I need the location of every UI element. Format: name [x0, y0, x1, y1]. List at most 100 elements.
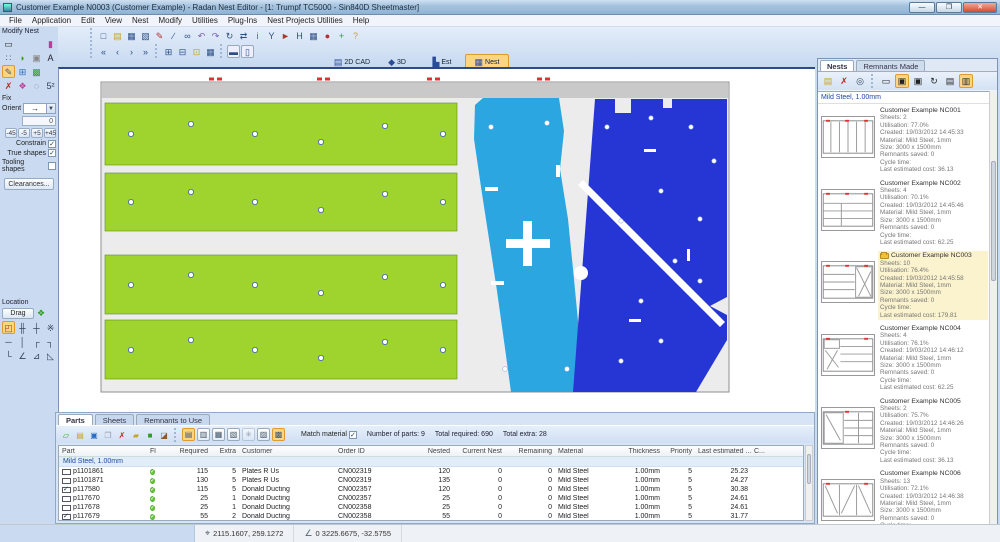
- col-nested[interactable]: Nested: [411, 448, 453, 455]
- nest-canvas[interactable]: [58, 67, 815, 412]
- constrain-checkbox[interactable]: ✓: [48, 140, 56, 148]
- nest-item-nc004[interactable]: Customer Example NC004 Sheets: 4 Utilisa…: [818, 322, 989, 395]
- col-customer[interactable]: Customer: [239, 448, 335, 455]
- draw-icon[interactable]: ✎: [153, 29, 166, 42]
- window-horizontal-icon[interactable]: ▬: [227, 45, 240, 58]
- refresh-icon[interactable]: ↻: [223, 29, 236, 42]
- col-fl[interactable]: Fl: [147, 448, 167, 455]
- edit-part-icon[interactable]: ◪: [158, 429, 170, 441]
- blue-part[interactable]: [573, 99, 727, 392]
- corner-bl-icon[interactable]: └: [2, 349, 15, 362]
- new-icon[interactable]: □: [97, 29, 110, 42]
- snap-part-icon[interactable]: ❖: [37, 308, 45, 319]
- angle-minus45-button[interactable]: -45: [5, 128, 17, 138]
- sheet-grid-icon[interactable]: ▦: [204, 45, 217, 58]
- view-report-icon[interactable]: ▥: [959, 74, 973, 88]
- scrollbar-thumb[interactable]: [991, 161, 996, 281]
- flag-icon[interactable]: ►: [279, 29, 292, 42]
- delete-part-icon[interactable]: ✗: [116, 429, 128, 441]
- view-small-icon[interactable]: ▭: [879, 74, 893, 88]
- nest-item-nc006[interactable]: Customer Example NC006 Sheets: 13 Utilis…: [818, 467, 989, 531]
- grid-icon[interactable]: ▦: [307, 29, 320, 42]
- menu-edit[interactable]: Edit: [76, 16, 100, 25]
- clearances-button[interactable]: Clearances...: [4, 178, 54, 190]
- menu-file[interactable]: File: [4, 16, 27, 25]
- last-sheet-icon[interactable]: »: [139, 45, 152, 58]
- nest-item-nc003-selected[interactable]: Customer Example NC003 Sheets: 10 Utilis…: [818, 249, 989, 322]
- tooling-shapes-checkbox[interactable]: [48, 162, 56, 170]
- undo-icon[interactable]: ↶: [195, 29, 208, 42]
- menu-plugins[interactable]: Plug-Ins: [223, 16, 262, 25]
- route-nest-icon[interactable]: ◎: [853, 74, 867, 88]
- drag-button[interactable]: Drag: [2, 308, 34, 319]
- align-horizontal-icon[interactable]: ─: [2, 335, 15, 348]
- import-part-icon[interactable]: ▣: [88, 429, 100, 441]
- folder-icon[interactable]: ▰: [130, 429, 142, 441]
- array-tool-icon[interactable]: ⊞: [16, 65, 29, 78]
- angle-b-icon[interactable]: ⊿: [30, 349, 43, 362]
- locate-points-icon[interactable]: ┼: [30, 321, 43, 334]
- open-nest-icon[interactable]: ▤: [821, 74, 835, 88]
- menu-application[interactable]: Application: [27, 16, 76, 25]
- view-details2-icon[interactable]: ▩: [272, 428, 285, 441]
- add-part-icon[interactable]: ▱: [60, 429, 72, 441]
- minimize-button[interactable]: —: [909, 2, 935, 13]
- sheet-remove-icon[interactable]: ⊟: [176, 45, 189, 58]
- nest-item-nc001[interactable]: Customer Example NC001 Sheets: 2 Utilisa…: [818, 104, 989, 177]
- nest-list-scrollbar[interactable]: [989, 91, 997, 531]
- delete-tool-icon[interactable]: ✗: [2, 79, 15, 92]
- menu-modify[interactable]: Modify: [153, 16, 187, 25]
- view-columns-icon[interactable]: ▧: [227, 428, 240, 441]
- copy-part-icon[interactable]: ❐: [102, 429, 114, 441]
- match-material-checkbox[interactable]: ✓: [349, 431, 357, 439]
- tab-nests[interactable]: Nests: [820, 60, 854, 71]
- nest-part-icon[interactable]: ■: [144, 429, 156, 441]
- view-details-icon[interactable]: ▤: [943, 74, 957, 88]
- true-shapes-checkbox[interactable]: ✓: [48, 149, 56, 157]
- menu-view[interactable]: View: [100, 16, 127, 25]
- sheet-add-icon[interactable]: ⊞: [162, 45, 175, 58]
- col-extra[interactable]: Extra: [211, 448, 239, 455]
- view-summary-icon[interactable]: ▨: [257, 428, 270, 441]
- orient-dropdown[interactable]: → ▼: [23, 103, 56, 114]
- angle-input[interactable]: [22, 116, 56, 126]
- tab-remnants-made[interactable]: Remnants Made: [856, 60, 925, 71]
- corner-tr-icon[interactable]: ┐: [44, 335, 57, 348]
- part-row[interactable]: p117679 ✓ 55 2 Donald Ducting CN002358 5…: [59, 512, 803, 521]
- angle-a-icon[interactable]: ∠: [16, 349, 29, 362]
- swap-icon[interactable]: ⇄: [237, 29, 250, 42]
- col-order-id[interactable]: Order ID: [335, 448, 411, 455]
- locate-grid-icon[interactable]: ╫: [16, 321, 29, 334]
- rotate-tool-icon[interactable]: ◌: [30, 79, 43, 92]
- mirror-tool-icon[interactable]: ❖: [16, 79, 29, 92]
- menu-nest-projects-utilities[interactable]: Nest Projects Utilities: [262, 16, 348, 25]
- locate-free-icon[interactable]: ◰: [2, 321, 15, 334]
- next-sheet-icon[interactable]: ›: [125, 45, 138, 58]
- col-current-nest[interactable]: Current Nest: [453, 448, 505, 455]
- window-vertical-icon[interactable]: ▯: [241, 45, 254, 58]
- menu-utilities[interactable]: Utilities: [187, 16, 223, 25]
- angle-minus5-button[interactable]: -5: [18, 128, 30, 138]
- redo-icon[interactable]: ↷: [209, 29, 222, 42]
- open-icon[interactable]: ▤: [111, 29, 124, 42]
- angle-plus45-button[interactable]: +45: [44, 128, 56, 138]
- prev-sheet-icon[interactable]: ‹: [111, 45, 124, 58]
- view-large-icon[interactable]: ▣: [911, 74, 925, 88]
- link-icon[interactable]: ∞: [181, 29, 194, 42]
- pin-icon[interactable]: +: [335, 29, 348, 42]
- tab-parts[interactable]: Parts: [58, 414, 93, 425]
- small-parts-tool-icon[interactable]: ∷: [2, 51, 15, 64]
- quantity-tool-icon[interactable]: 5²: [44, 79, 57, 92]
- view-medium-icon[interactable]: ▣: [895, 74, 909, 88]
- nest-group-header[interactable]: Mild Steel, 1.00mm: [818, 92, 989, 104]
- view-tiles-icon[interactable]: ▥: [197, 428, 210, 441]
- save-icon[interactable]: ▦: [125, 29, 138, 42]
- col-priority[interactable]: Priority: [663, 448, 695, 455]
- part-tool-icon[interactable]: ◗: [16, 51, 29, 64]
- refresh-list-icon[interactable]: ↻: [927, 74, 941, 88]
- tab-remnants-to-use[interactable]: Remnants to Use: [136, 414, 210, 425]
- view-list-icon[interactable]: ▤: [182, 428, 195, 441]
- col-part[interactable]: Part: [59, 448, 147, 455]
- sheet-tool-icon[interactable]: ▭: [2, 37, 15, 50]
- angle-c-icon[interactable]: ◺: [44, 349, 57, 362]
